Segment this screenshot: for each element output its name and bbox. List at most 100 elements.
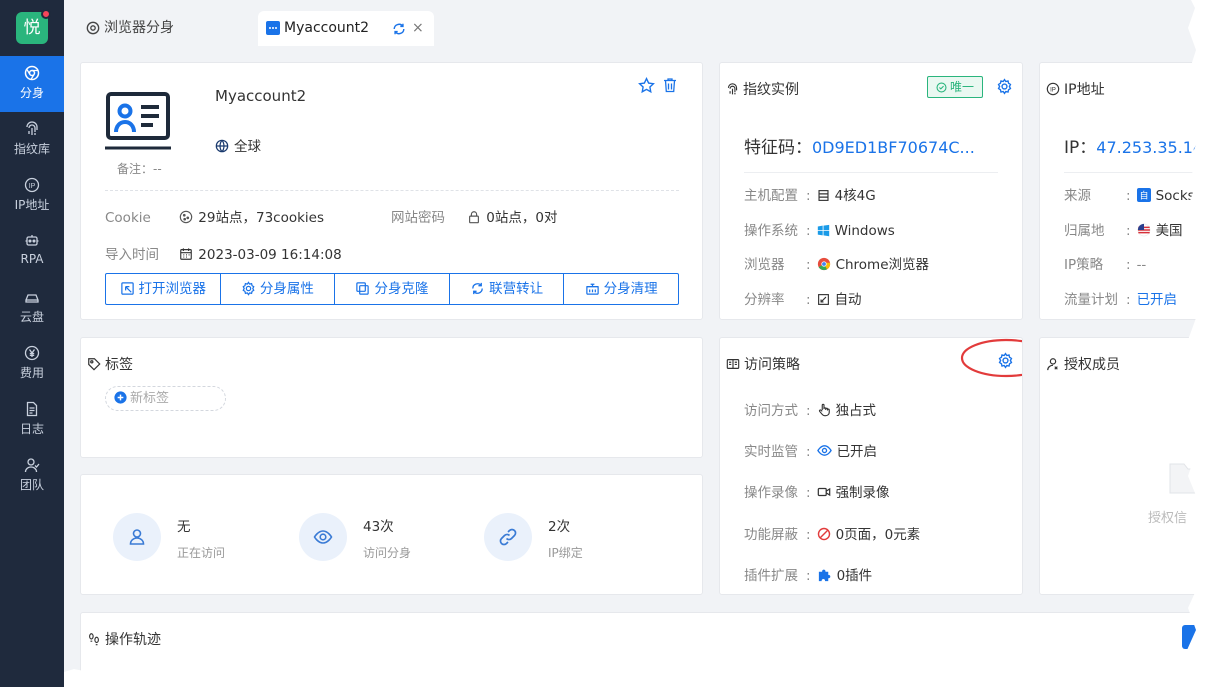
- card-title-text: 授权成员: [1064, 357, 1120, 373]
- row-value: Chrome浏览器: [835, 257, 930, 273]
- import-time-value: 2023-03-09 16:14:08: [198, 247, 342, 263]
- refresh-icon[interactable]: [392, 22, 406, 36]
- fingerprint-icon: [26, 121, 38, 135]
- ip-traffic-row: 流量计划: 已开启: [1064, 288, 1177, 308]
- tab-label: 浏览器分身: [104, 20, 174, 36]
- row-label: 归属地: [1064, 223, 1105, 239]
- chrome-icon: [24, 65, 40, 81]
- puzzle-icon: [818, 569, 830, 582]
- tab-close-button[interactable]: ×: [412, 11, 424, 46]
- ip-label: IP：: [1064, 138, 1097, 158]
- windows-icon: [817, 224, 829, 237]
- row-label: 功能屏蔽: [744, 527, 798, 543]
- sidebar-label: 指纹库: [13, 142, 50, 156]
- block-row: 功能屏蔽:0页面，0元素: [744, 523, 920, 543]
- svg-text:IP: IP: [1050, 86, 1056, 93]
- delete-icon[interactable]: [662, 77, 678, 93]
- sidebar-item-profiles[interactable]: 分身: [0, 56, 64, 112]
- tags-title: 标签: [87, 354, 133, 374]
- sidebar-label: RPA: [20, 252, 44, 266]
- sidebar-label: 日志: [19, 422, 44, 436]
- profile-cleanup-button[interactable]: 分身清理: [564, 274, 678, 304]
- row-value: 0页面，0元素: [835, 527, 921, 543]
- card-title-text: 指纹实例: [743, 82, 799, 98]
- sidebar-item-fingerprints[interactable]: 指纹库: [0, 112, 64, 168]
- transfer-icon: [472, 282, 483, 295]
- profile-avatar-icon: [105, 92, 171, 150]
- stat-label: 访问分身: [363, 546, 412, 560]
- code-value[interactable]: 0D9ED1BF70674C...: [812, 138, 975, 157]
- row-label: 来源: [1064, 188, 1091, 204]
- profile-tab-icon: [266, 21, 280, 35]
- main-area: 浏览器分身 Myaccount2 × 备注：-- Myaccount2 全球 C…: [64, 0, 1211, 687]
- fingerprint-icon: [727, 83, 738, 95]
- check-circle-icon: [936, 82, 947, 93]
- sidebar-label: 团队: [19, 478, 44, 492]
- cookie-label: Cookie: [105, 210, 151, 226]
- row-value: Windows: [834, 223, 895, 239]
- gear-icon[interactable]: [996, 78, 1013, 95]
- card-title-text: 标签: [105, 357, 133, 373]
- action-label: 打开浏览器: [138, 281, 207, 297]
- profile-clone-button[interactable]: 分身克隆: [335, 274, 450, 304]
- video-camera-icon: [817, 487, 830, 497]
- access-title: 访问策略: [726, 354, 800, 374]
- ip-icon: IP: [24, 177, 40, 193]
- hand-pointer-icon: [818, 403, 830, 417]
- row-value: 4核4G: [834, 188, 876, 204]
- fp-host-row: 主机配置:4核4G: [744, 184, 876, 204]
- cleanup-icon: [585, 283, 599, 295]
- recording-row: 操作录像: 强制录像: [744, 481, 890, 501]
- password-value: 0站点，0对: [486, 210, 558, 226]
- current-access-stat: [113, 513, 161, 561]
- block-icon: [817, 527, 830, 541]
- globe-icon: [215, 139, 229, 153]
- extension-row: 插件扩展:0插件: [744, 564, 872, 584]
- team-icon: [24, 458, 40, 473]
- resolution-icon: [817, 294, 829, 305]
- stat-value: 无: [177, 519, 191, 535]
- sidebar-item-cloud[interactable]: 云盘: [0, 280, 64, 336]
- eye-icon: [816, 445, 832, 456]
- ip-title: IP IP地址: [1046, 79, 1105, 99]
- clone-icon: [356, 282, 370, 295]
- stat-value: 43次: [363, 519, 394, 535]
- new-tag-button[interactable]: 新标签: [105, 386, 226, 411]
- trail-title: 操作轨迹: [87, 629, 161, 649]
- plus-circle-icon: [114, 391, 127, 404]
- fp-browser-row: 浏览器: Chrome浏览器: [744, 253, 929, 273]
- profile-transfer-button[interactable]: 联营转让: [450, 274, 565, 304]
- cookie-value: 29站点，73cookies: [198, 210, 325, 226]
- app-logo[interactable]: 悦: [16, 9, 51, 44]
- action-label: 联营转让: [489, 281, 544, 297]
- sidebar-item-team[interactable]: 团队: [0, 448, 64, 504]
- gear-icon: [242, 281, 255, 296]
- ip-policy-row: IP策略: --: [1064, 253, 1146, 273]
- action-label: 分身属性: [259, 281, 314, 297]
- tab-browser-profiles[interactable]: 浏览器分身: [78, 11, 258, 46]
- document-icon: [26, 401, 38, 417]
- open-browser-button[interactable]: 打开浏览器: [106, 274, 221, 304]
- sidebar-item-rpa[interactable]: RPA: [0, 224, 64, 280]
- favorite-star-icon[interactable]: [638, 77, 655, 94]
- profile-region: 全球: [215, 135, 261, 155]
- sidebar-item-billing[interactable]: 费用: [0, 336, 64, 392]
- divider: [744, 172, 998, 173]
- row-label: 分辨率: [744, 292, 785, 308]
- code-label: 特征码：: [744, 138, 812, 158]
- row-label: 插件扩展: [744, 568, 798, 584]
- new-tag-label: 新标签: [130, 391, 170, 406]
- fingerprint-card: 指纹实例 唯一 特征码：0D9ED1BF70674C... 主机配置:4核4G …: [719, 62, 1023, 320]
- tab-myaccount2[interactable]: Myaccount2 ×: [258, 11, 434, 46]
- svg-text:IP: IP: [29, 183, 36, 190]
- badge-text: 唯一: [949, 80, 974, 94]
- self-ip-icon: 自: [1136, 188, 1151, 202]
- action-label: 分身克隆: [374, 281, 429, 297]
- chrome-icon: [817, 257, 830, 271]
- row-value[interactable]: 已开启: [1137, 292, 1178, 308]
- row-value: 0插件: [836, 568, 873, 584]
- profile-properties-button[interactable]: 分身属性: [221, 274, 336, 304]
- sidebar-item-ip[interactable]: IP IP地址: [0, 168, 64, 224]
- sidebar-item-logs[interactable]: 日志: [0, 392, 64, 448]
- import-time-row: 导入时间 2023-03-09 16:14:08: [105, 243, 342, 263]
